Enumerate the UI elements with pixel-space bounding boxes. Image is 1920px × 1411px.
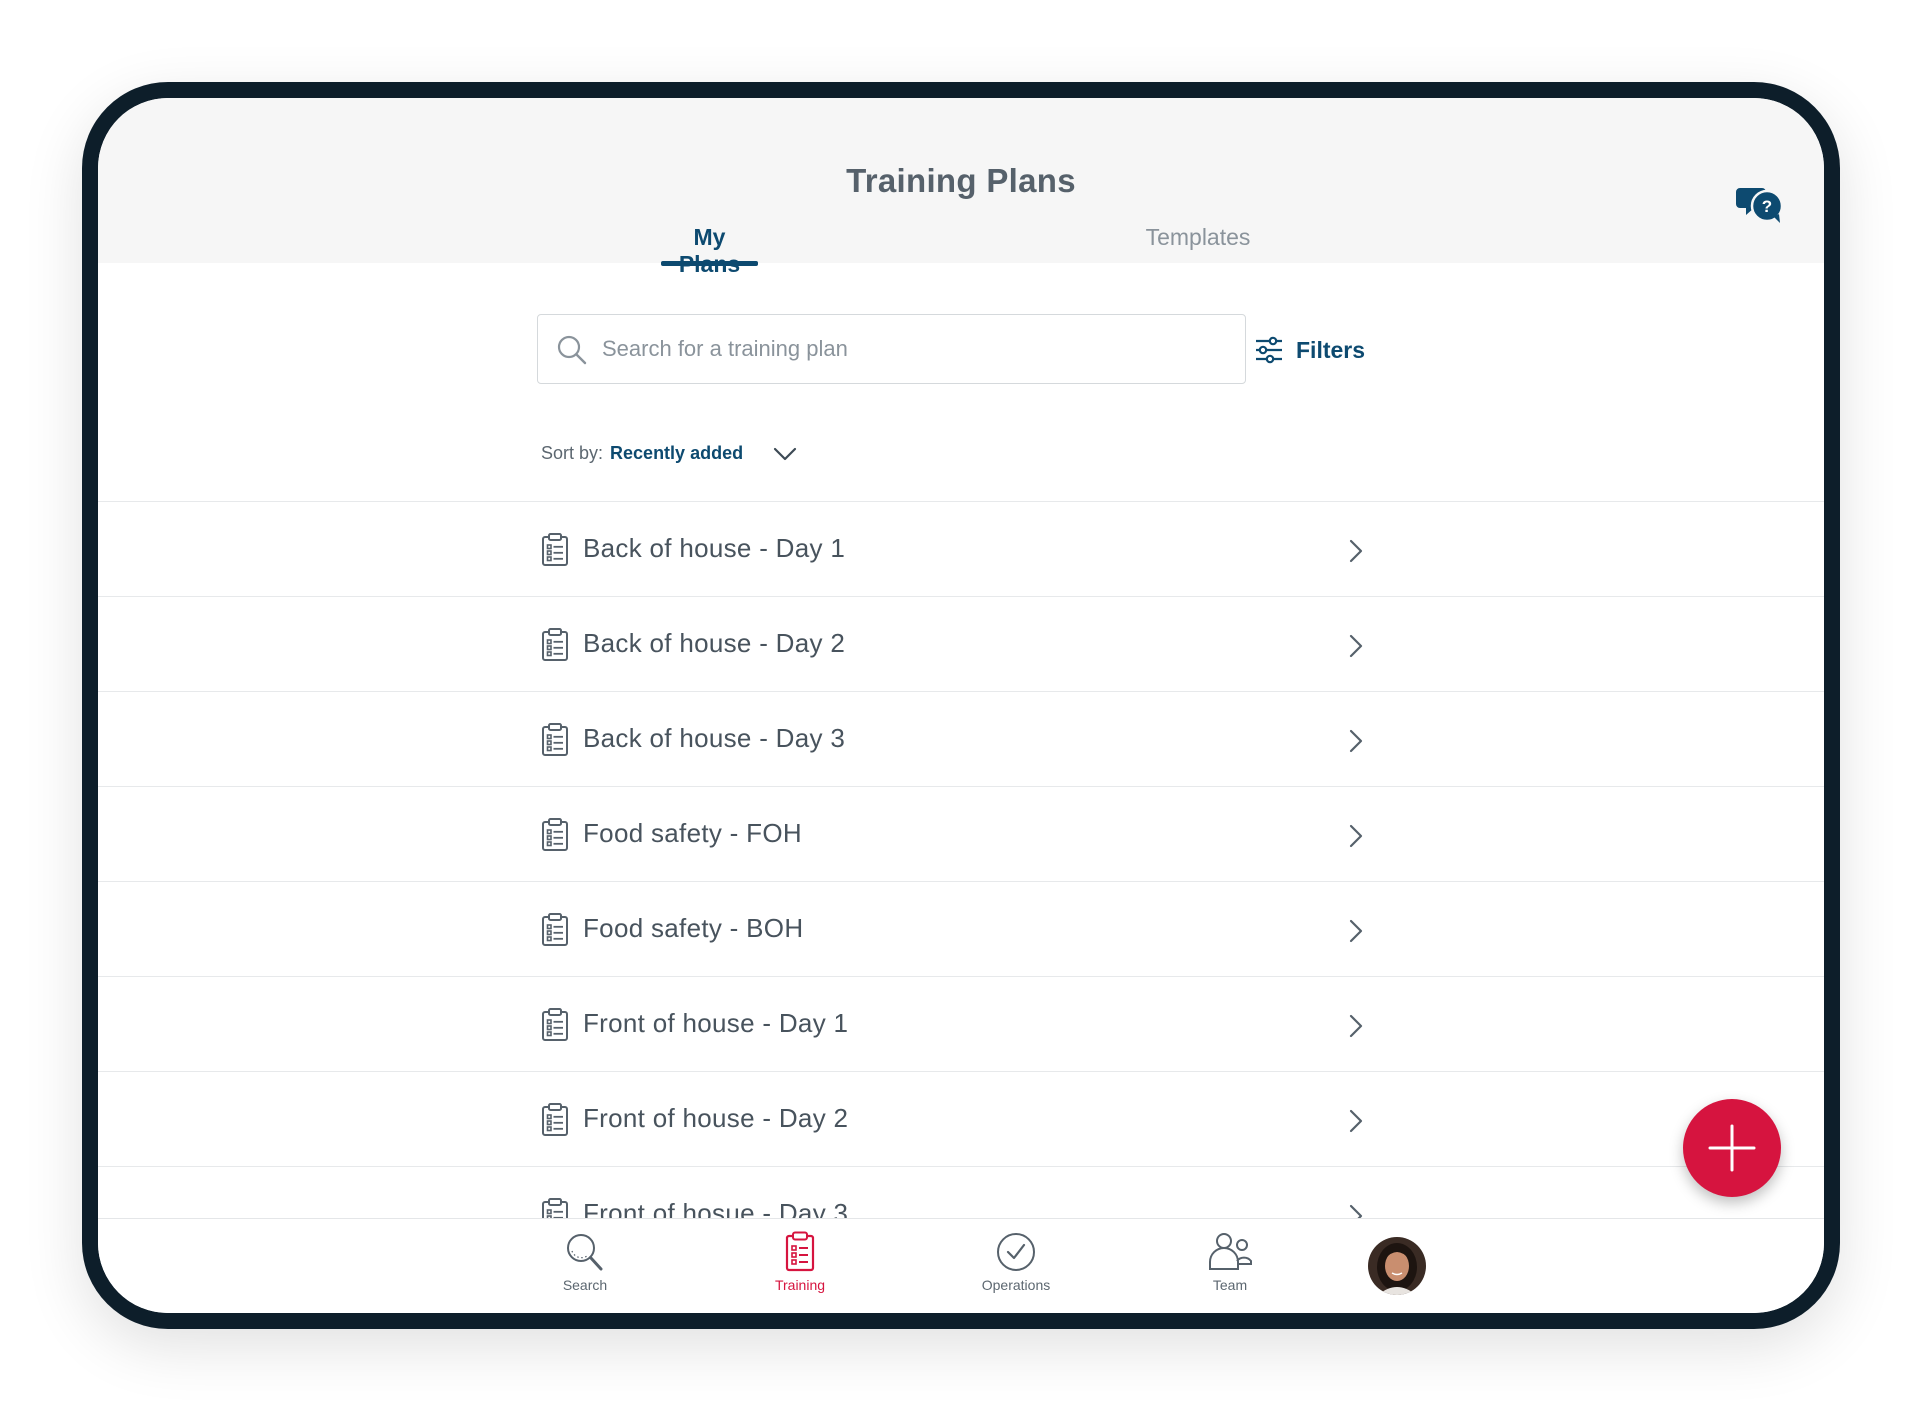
chevron-right-icon — [1349, 539, 1363, 563]
team-icon — [1209, 1233, 1252, 1270]
clipboard-icon — [542, 1103, 568, 1136]
chevron-right-icon — [1349, 824, 1363, 848]
app-screen: Training Plans ? My Plans Templates Sear… — [98, 98, 1824, 1313]
nav-search-label: Search — [562, 1277, 608, 1293]
clipboard-icon — [785, 1231, 815, 1272]
nav-search[interactable]: Search — [530, 1231, 640, 1293]
list-item[interactable]: Front of house - Day 1 — [98, 976, 1824, 1071]
chevron-right-icon — [1349, 1014, 1363, 1038]
chevron-right-icon — [1349, 919, 1363, 943]
chat-help-icon[interactable]: ? — [1736, 184, 1786, 224]
list-item-label: Food safety - BOH — [583, 913, 804, 943]
training-plan-list: Back of house - Day 1 Back of house - Da… — [98, 501, 1824, 1261]
clipboard-icon — [542, 723, 568, 756]
sort-value: Recently added — [610, 443, 744, 463]
clipboard-icon — [542, 533, 568, 566]
tablet-frame: Training Plans ? My Plans Templates Sear… — [82, 82, 1840, 1329]
list-item-label: Front of house - Day 1 — [583, 1008, 849, 1038]
user-avatar-icon — [1368, 1237, 1426, 1295]
list-item-label: Back of house - Day 1 — [583, 533, 846, 563]
list-item-label: Front of house - Day 2 — [583, 1103, 849, 1133]
sliders-icon — [1256, 336, 1282, 364]
chevron-right-icon — [1349, 634, 1363, 658]
plus-icon — [1708, 1124, 1756, 1172]
list-item[interactable]: Food safety - FOH — [98, 786, 1824, 881]
tab-my-plans[interactable]: My Plans — [661, 224, 758, 278]
chevron-right-icon — [1349, 729, 1363, 753]
add-plan-button[interactable] — [1683, 1099, 1781, 1197]
clipboard-icon — [542, 1008, 568, 1041]
list-item-label: Back of house - Day 2 — [583, 628, 846, 658]
tab-templates[interactable]: Templates — [1138, 224, 1258, 251]
clipboard-icon — [542, 818, 568, 851]
nav-training-label: Training — [774, 1277, 826, 1293]
list-item[interactable]: Food safety - BOH — [98, 881, 1824, 976]
list-item-label: Food safety - FOH — [583, 818, 802, 848]
list-item[interactable]: Back of house - Day 2 — [98, 596, 1824, 691]
nav-operations-label: Operations — [981, 1277, 1051, 1293]
sort-label: Sort by: — [541, 443, 604, 463]
bottom-navigation: Search Training Operations Team — [98, 1218, 1824, 1313]
filters-button[interactable]: Filters — [1254, 330, 1365, 370]
filters-label: Filters — [1296, 336, 1366, 363]
nav-team-label: Team — [1212, 1277, 1248, 1293]
clipboard-icon — [542, 628, 568, 661]
sort-dropdown[interactable]: Sort by: Recently added — [541, 443, 797, 464]
clipboard-icon — [542, 913, 568, 946]
nav-operations[interactable]: Operations — [961, 1231, 1071, 1293]
search-box[interactable] — [537, 314, 1246, 384]
avatar[interactable] — [1368, 1237, 1426, 1295]
search-icon — [557, 335, 587, 365]
nav-team[interactable]: Team — [1175, 1231, 1285, 1293]
header: Training Plans ? My Plans Templates — [98, 98, 1824, 277]
nav-training[interactable]: Training — [745, 1231, 855, 1293]
check-circle-icon — [997, 1233, 1035, 1271]
svg-text:?: ? — [1762, 197, 1772, 216]
chevron-right-icon — [1349, 1109, 1363, 1133]
chevron-down-icon — [773, 447, 797, 460]
list-item[interactable]: Back of house - Day 3 — [98, 691, 1824, 786]
search-input[interactable] — [602, 327, 1222, 371]
list-item-label: Back of house - Day 3 — [583, 723, 846, 753]
list-item[interactable]: Front of house - Day 2 — [98, 1071, 1824, 1166]
page-title: Training Plans — [846, 162, 1076, 199]
list-item[interactable]: Back of house - Day 1 — [98, 501, 1824, 596]
search-icon — [567, 1234, 603, 1271]
